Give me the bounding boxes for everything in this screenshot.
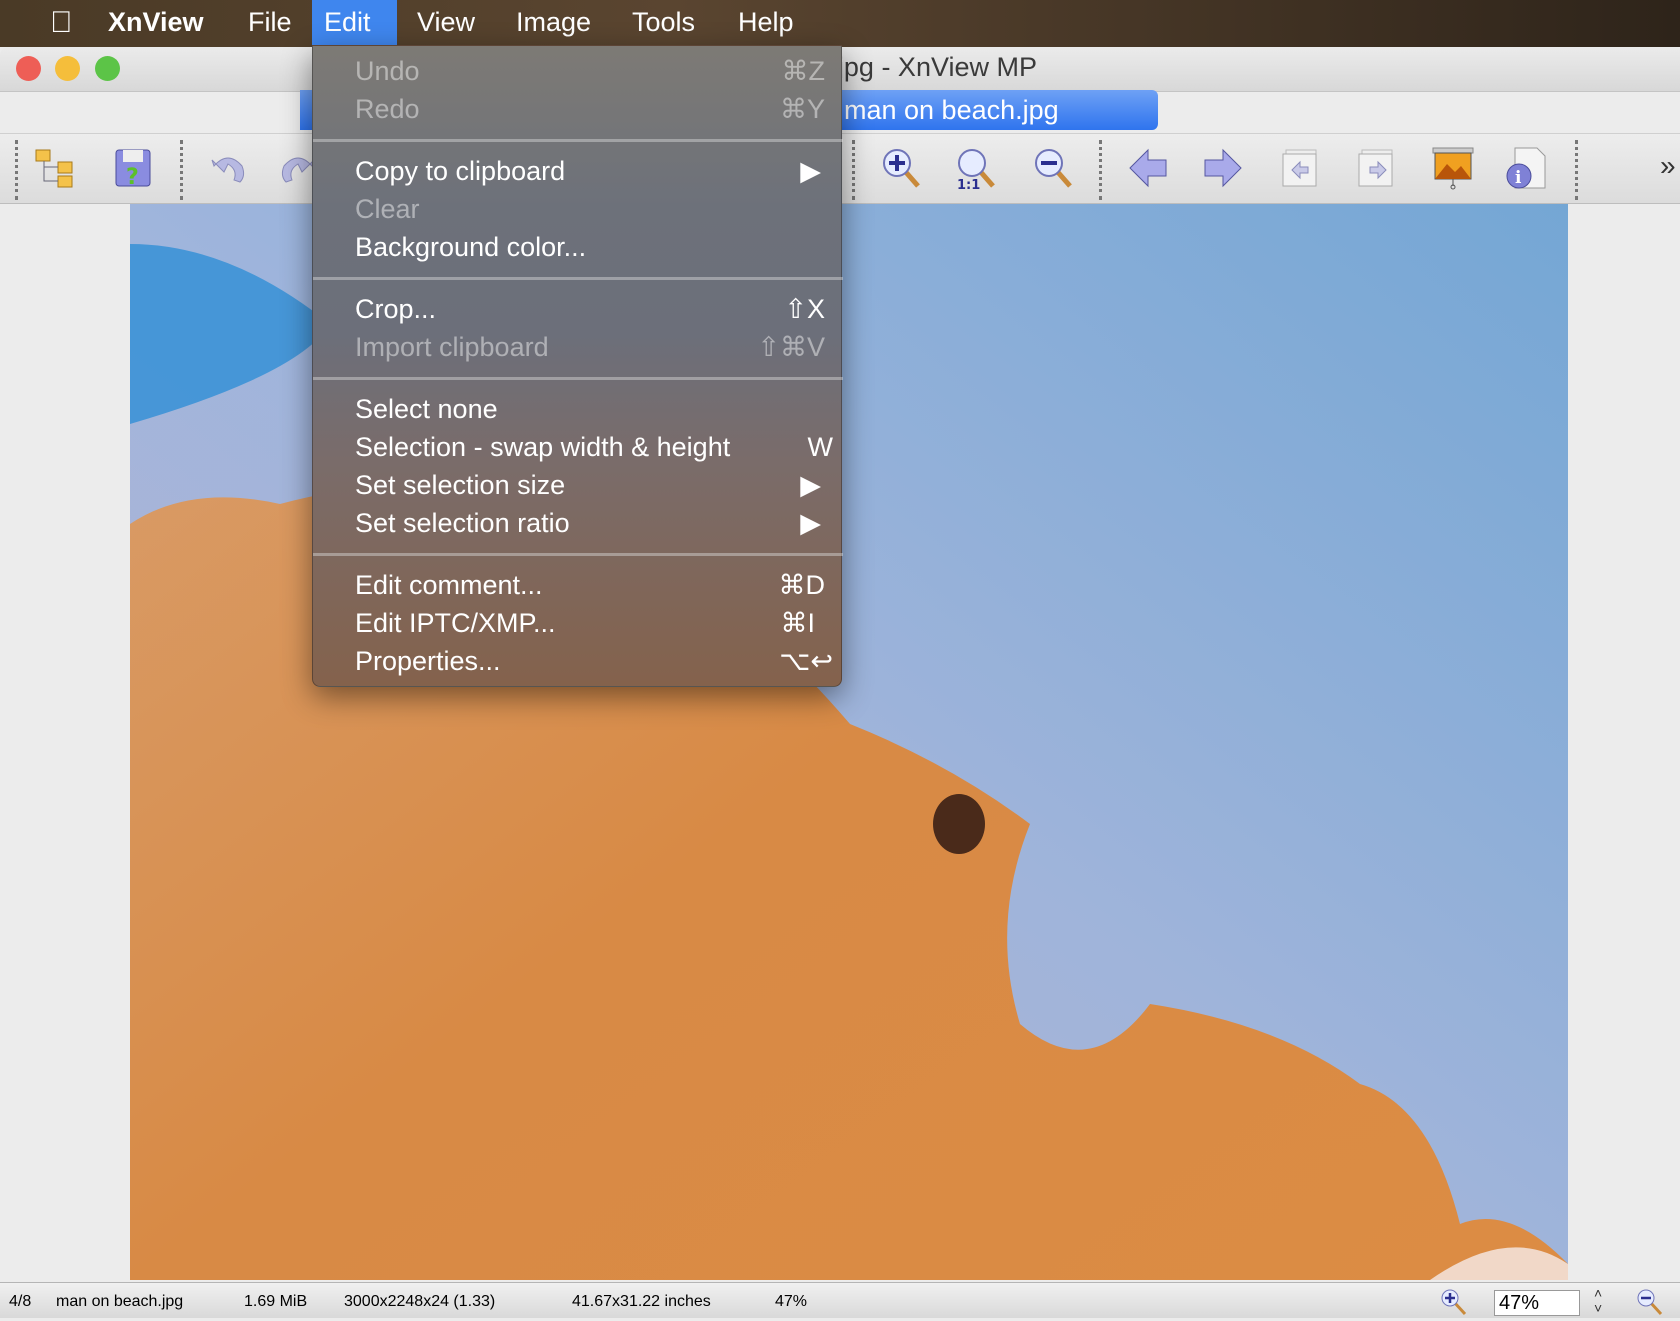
menu-item-label: Crop... [355, 294, 437, 324]
menu-item-label: Edit comment... [355, 570, 543, 600]
menu-item-import-clipboard[interactable]: Import clipboard ⇧⌘V [313, 328, 843, 366]
menu-separator [313, 277, 843, 280]
menu-item-label: Undo [355, 56, 420, 86]
svg-text:?: ? [126, 165, 139, 190]
browser-folders-icon[interactable] [34, 146, 78, 190]
menu-item-background-color[interactable]: Background color... [313, 228, 843, 266]
status-dimensions: 3000x2248x24 (1.33) [344, 1293, 496, 1310]
shortcut: ⌘D [778, 570, 826, 600]
menu-app[interactable]: XnView [96, 0, 216, 47]
submenu-arrow-icon: ▶ [800, 156, 821, 186]
menu-separator [313, 139, 843, 142]
zoom-out-icon[interactable] [1032, 146, 1076, 190]
close-button[interactable] [16, 56, 41, 81]
toolbar-overflow-button[interactable]: » [1660, 150, 1676, 182]
menu-item-label: Copy to clipboard [355, 156, 566, 186]
menu-view[interactable]: View [405, 0, 487, 47]
svg-text:i: i [1515, 168, 1522, 188]
zoom-input[interactable]: 47% [1494, 1290, 1580, 1316]
apple-icon[interactable]:  [38, 0, 85, 47]
previous-icon[interactable] [1126, 146, 1170, 190]
menu-item-redo[interactable]: Redo ⌘Y [313, 90, 843, 128]
toolbar-separator [180, 140, 183, 200]
status-filesize: 1.69 MiB [244, 1293, 308, 1310]
menu-bar:  XnView File Edit View Image Tools Help [0, 0, 1680, 47]
menu-item-label: Set selection ratio [355, 508, 570, 538]
menu-item-label: Background color... [355, 232, 587, 262]
shortcut: ⌘Y [779, 94, 825, 124]
menu-item-edit-iptc-xmp[interactable]: Edit IPTC/XMP... ⌘I [313, 604, 843, 642]
menu-item-label: Clear [355, 194, 420, 224]
slideshow-icon[interactable] [1431, 146, 1475, 190]
menu-item-label: Select none [355, 394, 498, 424]
undo-icon[interactable] [206, 146, 250, 190]
menu-edit[interactable]: Edit [312, 0, 397, 47]
next-icon[interactable] [1201, 146, 1245, 190]
status-zoom: 47% [775, 1293, 808, 1310]
zoom-1-1-label: 1:1 [957, 178, 980, 190]
menu-item-clear[interactable]: Clear [313, 190, 843, 228]
zoom-in-icon[interactable] [880, 146, 924, 190]
shortcut: ⌥↩ [779, 646, 833, 676]
menu-image[interactable]: Image [504, 0, 603, 47]
toolbar-separator [1099, 140, 1102, 200]
menu-item-label: Set selection size [355, 470, 566, 500]
toolbar-separator [1575, 140, 1578, 200]
menu-item-undo[interactable]: Undo ⌘Z [313, 52, 843, 90]
menu-item-set-selection-ratio[interactable]: Set selection ratio ▶ [313, 504, 843, 542]
menu-tools[interactable]: Tools [620, 0, 707, 47]
menu-item-label: Import clipboard [355, 332, 549, 362]
submenu-arrow-icon: ▶ [800, 470, 821, 500]
info-icon[interactable]: i [1503, 146, 1547, 190]
shortcut: W [807, 432, 833, 462]
menu-help[interactable]: Help [726, 0, 806, 47]
shortcut: ⌘Z [781, 56, 826, 86]
menu-item-copy-to-clipboard[interactable]: Copy to clipboard ▶ [313, 152, 843, 190]
first-image-icon[interactable] [1280, 146, 1324, 190]
status-zoom-in-icon[interactable] [1440, 1288, 1468, 1321]
toolbar-handle[interactable] [15, 140, 18, 200]
menu-item-edit-comment[interactable]: Edit comment... ⌘D [313, 566, 843, 604]
menu-item-label: Selection - swap width & height [355, 432, 731, 462]
menu-item-set-selection-size[interactable]: Set selection size ▶ [313, 466, 843, 504]
menu-item-label: Properties... [355, 646, 501, 676]
person-figure [933, 794, 985, 854]
zoom-stepper[interactable]: ˄ ˅ [1594, 1286, 1602, 1316]
shortcut: ⇧X [784, 294, 825, 324]
menu-item-select-none[interactable]: Select none [313, 390, 843, 428]
toolbar-separator [852, 140, 855, 200]
zoom-button[interactable] [95, 56, 120, 81]
zoom-1-1-icon[interactable]: 1:1 [955, 146, 999, 190]
menu-item-label: Redo [355, 94, 420, 124]
status-index: 4/8 [9, 1293, 32, 1310]
status-zoom-out-icon[interactable] [1636, 1288, 1664, 1321]
status-print-size: 41.67x31.22 inches [572, 1293, 711, 1310]
menu-separator [313, 553, 843, 556]
status-filename: man on beach.jpg [56, 1293, 184, 1310]
menu-item-label: Edit IPTC/XMP... [355, 608, 556, 638]
shortcut: ⇧⌘V [757, 332, 825, 362]
edit-menu-dropdown: Undo ⌘Z Redo ⌘Y Copy to clipboard ▶ Clear B… [312, 45, 843, 687]
menu-item-swap-width-height[interactable]: Selection - swap width & height W [313, 428, 843, 466]
shortcut: ⌘I [780, 608, 815, 638]
minimize-button[interactable] [55, 56, 80, 81]
menu-file[interactable]: File [236, 0, 304, 47]
menu-item-crop[interactable]: Crop... ⇧X [313, 290, 843, 328]
save-icon[interactable]: ? [111, 146, 155, 190]
submenu-arrow-icon: ▶ [800, 508, 821, 538]
menu-separator [313, 377, 843, 380]
menu-item-properties[interactable]: Properties... ⌥↩ [313, 642, 843, 680]
last-image-icon[interactable] [1354, 146, 1398, 190]
